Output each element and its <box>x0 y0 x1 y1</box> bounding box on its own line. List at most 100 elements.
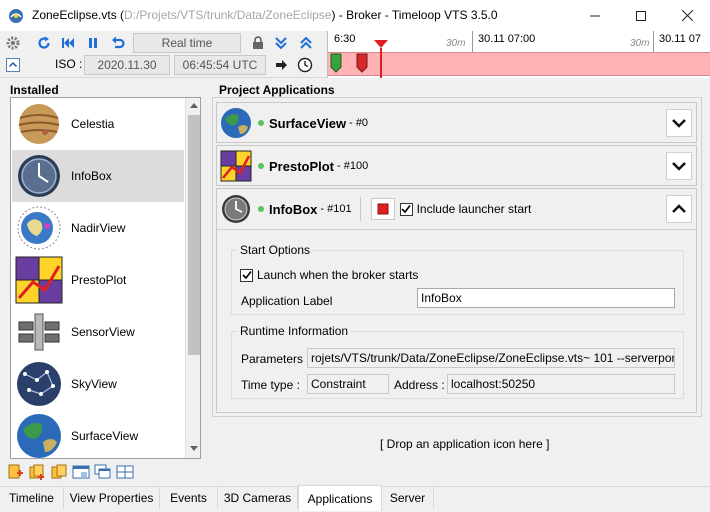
pause-icon <box>89 38 97 48</box>
scrollbar-thumb[interactable] <box>188 115 200 355</box>
app-name: PrestoPlot <box>269 158 335 174</box>
timeline-label-right: 30.11 07 <box>659 33 702 45</box>
start-marker-icon[interactable] <box>330 53 342 73</box>
current-time-cursor-icon[interactable] <box>373 40 389 78</box>
bookmark-marker-icon[interactable] <box>356 53 368 73</box>
installed-app-list[interactable]: Celestia InfoBox NadirView PrestoPlot Se… <box>10 97 201 459</box>
plot-icon <box>220 150 252 182</box>
earth-icon <box>17 414 61 458</box>
parameters-field[interactable]: rojets/VTS/trunk/Data/ZoneEclipse/ZoneEc… <box>307 348 675 368</box>
list-item-label: Celestia <box>71 117 115 131</box>
checkbox[interactable] <box>240 268 253 282</box>
chevron-down-icon <box>672 162 686 171</box>
collapse-button[interactable] <box>666 195 692 223</box>
app-instance-number: - #0 <box>349 117 369 129</box>
list-item-label: PrestoPlot <box>71 273 127 287</box>
minimize-icon <box>590 15 600 16</box>
step-up-button[interactable] <box>296 33 316 53</box>
project-applications-title: Project Applications <box>219 83 335 97</box>
timeline-strip[interactable]: 6:30 30.11 07:00 30.11 07 30m 30m <box>327 31 710 78</box>
settings-button[interactable] <box>3 33 23 53</box>
plot-icon <box>15 256 63 304</box>
expand-button[interactable] <box>666 152 692 180</box>
list-item-label: InfoBox <box>71 169 112 183</box>
close-button[interactable] <box>664 0 710 31</box>
time-mode-field[interactable]: Real time <box>133 33 241 53</box>
list-item-sensorview[interactable]: SensorView <box>12 306 184 358</box>
maximize-button[interactable] <box>618 0 664 31</box>
list-scrollbar[interactable] <box>185 98 200 458</box>
time-type-label: Time type : <box>241 378 300 392</box>
parameters-label: Parameters : <box>241 352 310 366</box>
stop-icon <box>377 203 389 215</box>
date-field[interactable]: 2020.11.30 <box>84 55 170 75</box>
window-layout-icon[interactable] <box>72 463 90 481</box>
stop-button[interactable] <box>370 198 395 220</box>
checkbox-label: Launch when the broker starts <box>257 268 419 282</box>
scroll-up-icon[interactable] <box>190 102 198 108</box>
status-dot <box>258 206 264 212</box>
nadir-globe-icon <box>17 206 61 250</box>
title-bar: ZoneEclipse.vts (D:/Projets/VTS/trunk/Da… <box>0 0 710 31</box>
minimize-button[interactable] <box>572 0 618 31</box>
list-item-infobox[interactable]: InfoBox <box>12 150 184 202</box>
close-icon <box>681 10 693 21</box>
time-type-field[interactable]: Constraint <box>307 374 389 394</box>
list-item-surfaceview[interactable]: SurfaceView <box>12 410 184 458</box>
restart-button[interactable] <box>34 33 54 53</box>
tab-3d-cameras[interactable]: 3D Cameras <box>218 487 298 509</box>
chevron-up-icon <box>6 58 20 72</box>
expand-button[interactable] <box>666 109 692 137</box>
maximize-icon <box>636 10 646 21</box>
address-label: Address : <box>394 378 445 392</box>
duplicate-app-icon[interactable] <box>28 463 46 481</box>
list-item-skyview[interactable]: SkyView <box>12 358 184 410</box>
app-header: SurfaceView - #0 <box>217 103 696 143</box>
app-header: InfoBox - #101 Include launcher start <box>217 189 696 229</box>
installed-title: Installed <box>10 83 59 97</box>
timeline-tick <box>653 31 654 52</box>
checkbox[interactable] <box>399 202 413 216</box>
checkbox-label: Include launcher start <box>416 202 532 216</box>
undo-button[interactable] <box>108 33 128 53</box>
tab-server[interactable]: Server <box>382 487 434 509</box>
tab-timeline[interactable]: Timeline <box>0 487 64 509</box>
timeline-label-mid: 30.11 07:00 <box>478 33 536 45</box>
clock-icon <box>18 155 60 197</box>
lock-button[interactable] <box>248 33 268 53</box>
timeline-tick-label: 30m <box>630 38 650 49</box>
include-launcher-checkbox[interactable]: Include launcher start <box>399 202 532 216</box>
step-down-button[interactable] <box>271 33 291 53</box>
checkmark-icon <box>401 205 411 214</box>
current-time-button[interactable] <box>295 55 315 75</box>
tab-applications[interactable]: Applications <box>298 485 382 511</box>
rewind-button[interactable] <box>58 33 78 53</box>
address-field[interactable]: localhost:50250 <box>447 374 675 394</box>
window-title: ZoneEclipse.vts (D:/Projets/VTS/trunk/Da… <box>32 8 498 22</box>
list-item-prestoplot[interactable]: PrestoPlot <box>12 254 184 306</box>
add-app-icon[interactable] <box>6 463 24 481</box>
skip-start-icon <box>62 38 74 48</box>
pause-button[interactable] <box>83 33 103 53</box>
app-label-input[interactable]: InfoBox <box>417 288 675 308</box>
group-title: Start Options <box>237 243 314 257</box>
tab-events[interactable]: Events <box>160 487 218 509</box>
project-app-surfaceview: SurfaceView - #0 <box>216 102 697 143</box>
copy-app-icon[interactable] <box>50 463 68 481</box>
header-divider <box>359 197 361 221</box>
collapse-toolbar-button[interactable] <box>3 55 23 75</box>
earth-icon <box>221 108 251 138</box>
app-name: InfoBox <box>269 201 318 217</box>
time-field[interactable]: 06:45:54 UTC <box>174 55 266 75</box>
list-item-nadirview[interactable]: NadirView <box>12 202 184 254</box>
status-dot <box>258 163 264 169</box>
tab-view-properties[interactable]: View Properties <box>64 487 160 509</box>
project-app-infobox: InfoBox - #101 Include launcher start St… <box>216 188 697 413</box>
launch-on-start-checkbox[interactable]: Launch when the broker starts <box>240 268 418 282</box>
list-item-celestia[interactable]: Celestia <box>12 98 184 150</box>
grid-layout-icon[interactable] <box>116 463 134 481</box>
scroll-down-icon[interactable] <box>190 446 198 452</box>
drop-zone-hint[interactable]: [ Drop an application icon here ] <box>380 437 549 451</box>
apply-time-button[interactable] <box>271 55 291 75</box>
cascade-layout-icon[interactable] <box>94 463 112 481</box>
